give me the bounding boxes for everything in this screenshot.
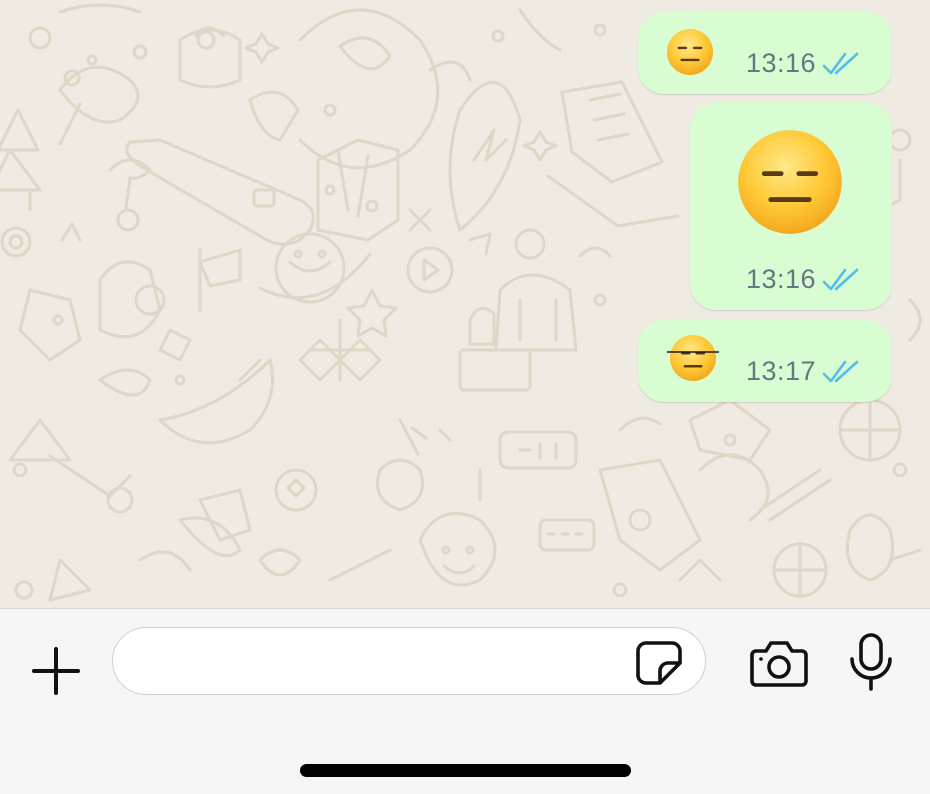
message-time: 13:16 bbox=[746, 264, 817, 294]
double-check-icon bbox=[822, 360, 859, 382]
microphone-icon bbox=[850, 633, 892, 691]
message-meta: 13:17 bbox=[746, 356, 860, 387]
message-time: 13:16 bbox=[746, 48, 817, 78]
camera-icon bbox=[750, 641, 808, 687]
microphone-button[interactable] bbox=[848, 633, 894, 691]
expressionless-face-emoji bbox=[666, 28, 714, 76]
expressionless-face-emoji bbox=[738, 130, 842, 234]
plus-icon bbox=[32, 647, 80, 695]
double-check-icon bbox=[822, 52, 859, 74]
message-time: 13:17 bbox=[746, 356, 817, 386]
chat-area: 13:16 13:16 13:17 bbox=[0, 0, 930, 608]
expressionless-face-struck-through-emoji bbox=[667, 335, 719, 381]
home-indicator bbox=[300, 764, 631, 777]
camera-button[interactable] bbox=[748, 637, 810, 689]
message-input[interactable] bbox=[112, 627, 706, 695]
outgoing-message[interactable]: 13:17 bbox=[638, 320, 892, 402]
attach-button[interactable] bbox=[28, 643, 84, 699]
message-meta: 13:16 bbox=[746, 264, 860, 295]
outgoing-message[interactable]: 13:16 bbox=[690, 102, 892, 310]
sticker-icon bbox=[636, 641, 682, 685]
double-check-icon bbox=[822, 268, 859, 290]
sticker-button[interactable] bbox=[634, 639, 684, 687]
message-composer bbox=[0, 608, 930, 794]
outgoing-message[interactable]: 13:16 bbox=[638, 12, 892, 94]
message-meta: 13:16 bbox=[746, 48, 860, 79]
